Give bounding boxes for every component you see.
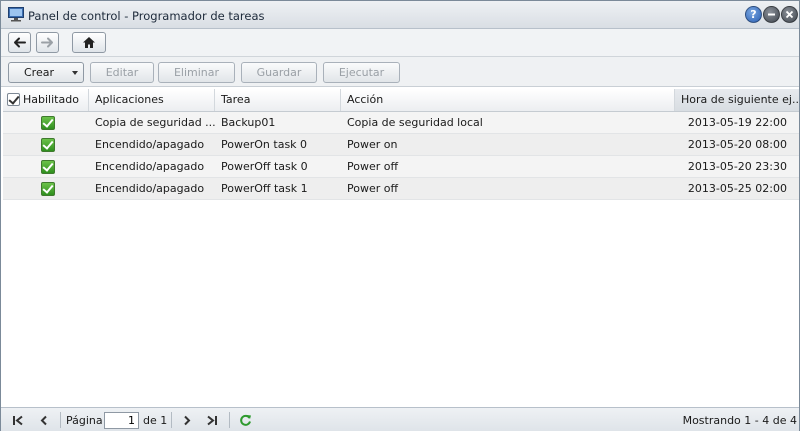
column-header-next-run-time[interactable]: Hora de siguiente ej...: [675, 89, 799, 111]
run-button[interactable]: Ejecutar: [323, 62, 400, 83]
control-panel-window: Panel de control - Programador de tareas…: [0, 0, 800, 431]
enabled-cell: [3, 112, 89, 134]
page-count: de 1: [143, 414, 168, 427]
task-cell: PowerOff task 1: [221, 182, 308, 195]
application-cell: Encendido/apagado: [95, 160, 205, 173]
first-page-icon: [13, 415, 23, 425]
enabled-checkbox[interactable]: [41, 160, 55, 174]
next-run-cell: 2013-05-20 08:00: [687, 138, 787, 151]
refresh-icon: [239, 414, 251, 426]
action-cell: Power off: [347, 160, 399, 173]
create-button[interactable]: Crear: [8, 62, 84, 83]
navigation-bar: [1, 29, 799, 57]
action-toolbar: Crear Editar Eliminar Guardar Ejecutar: [1, 57, 799, 87]
first-page-button[interactable]: [10, 412, 26, 428]
chevron-down-icon: [72, 71, 78, 75]
enabled-cell: [3, 178, 89, 200]
save-button[interactable]: Guardar: [241, 62, 317, 83]
back-button[interactable]: [8, 32, 31, 53]
action-cell: Power off: [347, 182, 399, 195]
delete-button[interactable]: Eliminar: [158, 62, 235, 83]
action-cell: Copia de seguridad local: [347, 116, 483, 129]
home-button[interactable]: [72, 32, 106, 53]
pager-divider: [229, 412, 230, 428]
last-page-button[interactable]: [204, 412, 220, 428]
create-button-label: Crear: [24, 66, 54, 79]
enabled-cell: [3, 156, 89, 178]
column-header-task[interactable]: Tarea: [215, 89, 341, 111]
paging-toolbar: Página de 1 Mostrando 1 - 4 de 4: [1, 407, 799, 431]
table-row[interactable]: Encendido/apagado PowerOff task 0 Power …: [3, 156, 799, 178]
window-title: Panel de control - Programador de tareas: [28, 9, 265, 23]
help-icon[interactable]: ?: [745, 6, 762, 23]
chevron-left-icon: [40, 415, 47, 425]
enabled-checkbox[interactable]: [41, 116, 55, 130]
table-row[interactable]: Copia de seguridad ... Backup01 Copia de…: [3, 112, 799, 134]
application-cell: Copia de seguridad ...: [95, 116, 215, 129]
enabled-checkbox[interactable]: [41, 182, 55, 196]
column-header-enabled[interactable]: Habilitado: [3, 89, 89, 111]
task-cell: Backup01: [221, 116, 276, 129]
enabled-checkbox[interactable]: [41, 138, 55, 152]
refresh-button[interactable]: [237, 412, 253, 428]
next-page-button[interactable]: [179, 412, 195, 428]
pager-divider: [60, 412, 61, 428]
next-run-cell: 2013-05-20 23:30: [687, 160, 787, 173]
next-run-cell: 2013-05-19 22:00: [687, 116, 787, 129]
close-icon[interactable]: [781, 6, 798, 23]
select-all-checkbox[interactable]: [7, 92, 20, 106]
action-cell: Power on: [347, 138, 398, 151]
column-header-action[interactable]: Acción: [341, 89, 675, 111]
column-header-enabled-label: Habilitado: [23, 93, 79, 106]
application-cell: Encendido/apagado: [95, 138, 205, 151]
minimize-icon[interactable]: [763, 6, 780, 23]
forward-button[interactable]: [36, 32, 59, 53]
table-empty-area: [3, 200, 799, 405]
column-header-applications[interactable]: Aplicaciones: [89, 89, 215, 111]
enabled-cell: [3, 134, 89, 156]
arrow-left-icon: [14, 37, 26, 48]
arrow-right-icon: [41, 37, 53, 48]
table-row[interactable]: Encendido/apagado PowerOff task 1 Power …: [3, 178, 799, 200]
task-cell: PowerOff task 0: [221, 160, 308, 173]
title-bar: Panel de control - Programador de tareas…: [1, 1, 799, 29]
record-count-status: Mostrando 1 - 4 de 4: [682, 414, 797, 427]
home-icon: [83, 37, 95, 48]
task-list: Copia de seguridad ... Backup01 Copia de…: [3, 112, 799, 200]
last-page-icon: [207, 415, 217, 425]
page-number-input[interactable]: [104, 412, 139, 429]
task-scheduler-app-icon: [8, 7, 24, 22]
table-row[interactable]: Encendido/apagado PowerOn task 0 Power o…: [3, 134, 799, 156]
application-cell: Encendido/apagado: [95, 182, 205, 195]
next-run-cell: 2013-05-25 02:00: [687, 182, 787, 195]
pager-divider: [171, 412, 172, 428]
previous-page-button[interactable]: [36, 412, 52, 428]
edit-button[interactable]: Editar: [90, 62, 154, 83]
page-label: Página: [66, 414, 103, 427]
chevron-right-icon: [184, 415, 191, 425]
table-header: Habilitado Aplicaciones Tarea Acción Hor…: [3, 89, 799, 112]
task-cell: PowerOn task 0: [221, 138, 308, 151]
